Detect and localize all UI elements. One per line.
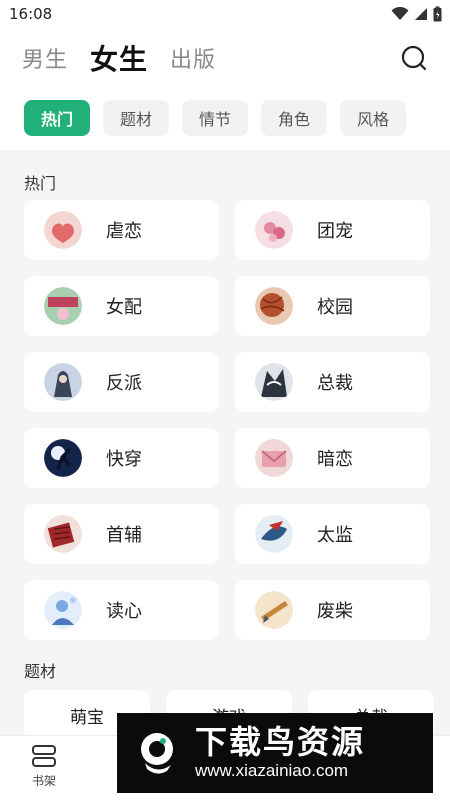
tag-label: 太监 (317, 525, 353, 546)
tag-card-duxin[interactable]: 读心 (24, 580, 219, 640)
tag-cover-icon (44, 515, 82, 553)
category-chips: 热门 题材 情节 角色 风格 (24, 100, 406, 136)
tag-label: 快穿 (106, 449, 142, 470)
tag-label: 团宠 (317, 221, 353, 242)
tag-card-anlian[interactable]: 暗恋 (235, 428, 430, 488)
chip-hot[interactable]: 热门 (24, 100, 90, 136)
tag-card-feichai[interactable]: 废柴 (235, 580, 430, 640)
tag-card-fanpai[interactable]: 反派 (24, 352, 219, 412)
tag-label: 读心 (106, 601, 142, 622)
tab-male[interactable]: 男生 (22, 42, 68, 74)
tag-card-kuaichuan[interactable]: 快穿 (24, 428, 219, 488)
tag-cover-icon (255, 439, 293, 477)
hot-tag-grid: 虐恋 团宠 女配 校园 反派 总裁 快穿 暗恋 首辅 太监 读心 废柴 (24, 200, 432, 640)
status-bar: 16:08 (0, 0, 450, 28)
tag-card-nvpei[interactable]: 女配 (24, 276, 219, 336)
chip-theme[interactable]: 题材 (103, 100, 169, 136)
tag-cover-icon (255, 211, 293, 249)
section-title-hot: 热门 (24, 174, 57, 193)
status-icons (391, 6, 442, 22)
tag-label: 废柴 (317, 601, 353, 622)
tag-label: 暗恋 (317, 449, 353, 470)
tag-card-zongcai[interactable]: 总裁 (235, 352, 430, 412)
bottom-nav-label: 书架 (31, 774, 56, 788)
tag-card-nuelian[interactable]: 虐恋 (24, 200, 219, 260)
chip-style[interactable]: 风格 (340, 100, 406, 136)
section-title-theme: 题材 (24, 662, 57, 681)
tag-label: 首辅 (106, 525, 142, 546)
tag-label: 虐恋 (106, 221, 142, 242)
signal-icon (415, 8, 427, 20)
tag-cover-icon (44, 439, 82, 477)
status-time: 16:08 (9, 5, 53, 23)
tag-cover-icon (255, 591, 293, 629)
watermark-text: 下载鸟资源 www.xiazainiao.com (195, 724, 365, 782)
tag-label: 女配 (106, 297, 142, 318)
watermark-url: www.xiazainiao.com (195, 761, 349, 780)
tag-label: 反派 (106, 373, 142, 394)
tag-label: 总裁 (317, 373, 353, 394)
tag-card-taijian[interactable]: 太监 (235, 504, 430, 564)
tag-card-xiaoyuan[interactable]: 校园 (235, 276, 430, 336)
wifi-icon (391, 7, 409, 20)
bird-logo-icon (141, 733, 173, 774)
tag-cover-icon (255, 287, 293, 325)
tab-female[interactable]: 女生 (90, 38, 148, 78)
tag-label: 校园 (317, 297, 353, 318)
tag-cover-icon (255, 515, 293, 553)
watermark-title: 下载鸟资源 (195, 723, 366, 761)
tag-cover-icon (255, 363, 293, 401)
tag-cover-icon (44, 363, 82, 401)
bookshelf-icon (32, 745, 56, 767)
chip-plot[interactable]: 情节 (182, 100, 248, 136)
watermark-banner: 下载鸟资源 www.xiazainiao.com (117, 713, 433, 793)
battery-icon (433, 6, 442, 22)
top-nav: 男生 女生 出版 (22, 36, 440, 80)
bottom-nav-bookshelf[interactable]: 书架 (22, 744, 66, 789)
tab-publish[interactable]: 出版 (170, 42, 216, 74)
category-content: 热门 虐恋 团宠 女配 校园 反派 总裁 快穿 暗恋 首辅 太监 读心 废柴 题… (0, 150, 450, 735)
tag-cover-icon (44, 211, 82, 249)
tag-card-tuanchong[interactable]: 团宠 (235, 200, 430, 260)
tag-cover-icon (44, 591, 82, 629)
tag-card-shoufu[interactable]: 首辅 (24, 504, 219, 564)
search-icon[interactable] (400, 44, 428, 72)
tag-cover-icon (44, 287, 82, 325)
chip-role[interactable]: 角色 (261, 100, 327, 136)
